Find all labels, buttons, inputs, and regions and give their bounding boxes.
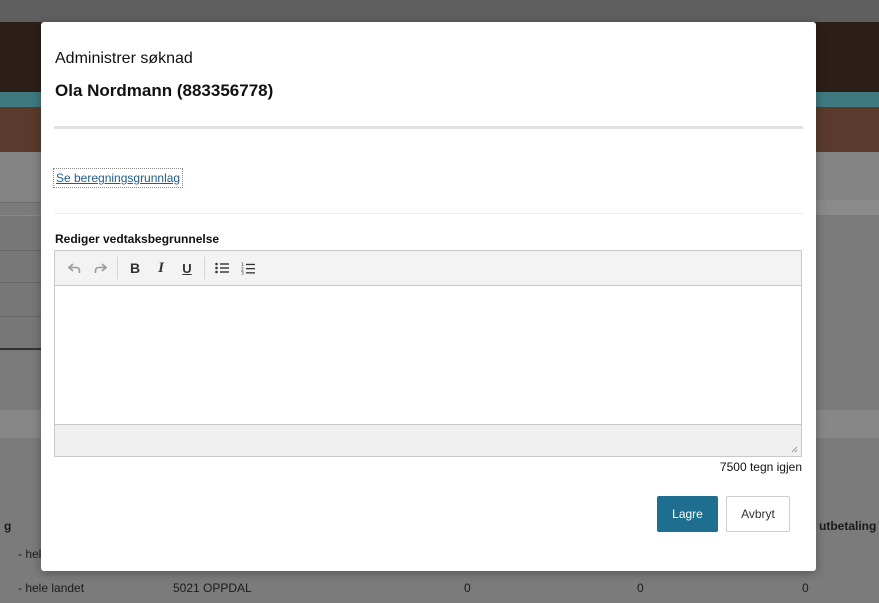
bold-icon: B: [129, 260, 141, 276]
redo-button[interactable]: [87, 255, 113, 281]
background-table-cell: 0: [637, 581, 644, 595]
bullet-list-button[interactable]: [209, 255, 235, 281]
cancel-button[interactable]: Avbryt: [726, 496, 790, 532]
background-field-line: [0, 316, 41, 317]
calculation-basis-link[interactable]: Se beregningsgrunnlag: [56, 171, 180, 185]
manage-application-dialog: Administrer søknad Ola Nordmann (8833567…: [41, 22, 816, 571]
background-table-cell: - hele landet: [18, 581, 85, 595]
numbered-list-icon: 1 2 3: [241, 262, 255, 275]
background-table-cell: 0: [802, 581, 809, 595]
background-top-strip: [0, 0, 879, 22]
italic-icon: I: [158, 259, 164, 276]
editor-statusbar: [55, 424, 801, 456]
editor-label: Rediger vedtaksbegrunnelse: [55, 232, 220, 246]
redo-icon: [94, 262, 107, 273]
editor-toolbar: B I U 1 2 3: [55, 251, 801, 286]
toolbar-separator: [204, 257, 205, 279]
background-field-line: [0, 348, 41, 350]
title-divider: [54, 126, 803, 129]
background-table-cell: 5021 OPPDAL: [173, 581, 252, 595]
remaining-characters: 7500 tegn igjen: [719, 460, 802, 474]
justification-text-area[interactable]: [55, 286, 801, 425]
undo-icon: [67, 262, 80, 273]
undo-button[interactable]: [61, 255, 87, 281]
background-column-header: g: [4, 519, 12, 533]
save-button[interactable]: Lagre: [657, 496, 718, 532]
underline-button[interactable]: U: [174, 255, 200, 281]
bullet-list-icon: [215, 262, 229, 274]
resize-handle-icon[interactable]: [790, 445, 798, 453]
background-table-cell: 0: [464, 581, 471, 595]
numbered-list-button[interactable]: 1 2 3: [235, 255, 261, 281]
bold-button[interactable]: B: [122, 255, 148, 281]
background-column-header: utbetaling: [819, 519, 877, 533]
section-divider: [54, 213, 803, 214]
background-right-band: [816, 200, 879, 215]
dialog-subtitle: Administrer søknad: [55, 50, 193, 67]
background-form-panel: [0, 215, 41, 351]
toolbar-separator: [117, 257, 118, 279]
background-field-line: [0, 250, 41, 251]
italic-button[interactable]: I: [148, 255, 174, 281]
svg-text:3: 3: [241, 270, 244, 274]
underline-icon: U: [182, 260, 192, 276]
calculation-basis-link-focus: Se beregningsgrunnlag: [53, 168, 184, 188]
background-field-line: [0, 282, 41, 283]
dialog-title: Ola Nordmann (883356778): [55, 81, 274, 100]
rich-text-editor: B I U 1 2 3: [54, 250, 802, 457]
